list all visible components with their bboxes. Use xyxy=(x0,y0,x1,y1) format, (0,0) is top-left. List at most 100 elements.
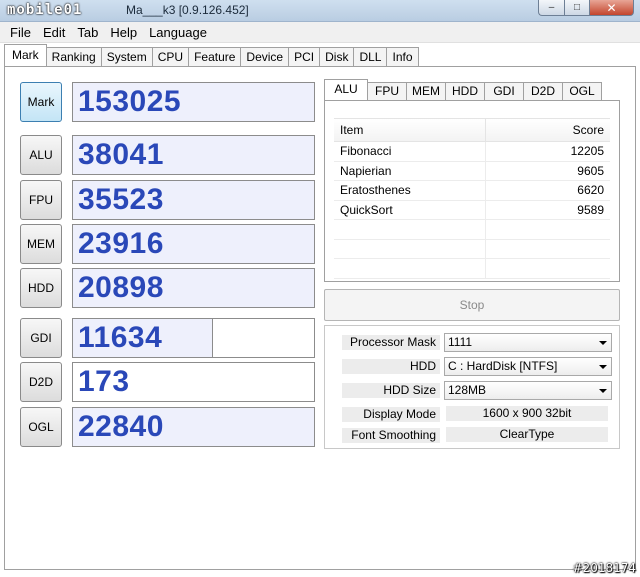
mark-score-value: 153025 xyxy=(78,85,182,118)
processor-mask-select[interactable]: 1111 xyxy=(444,333,612,352)
empty-cell xyxy=(486,259,610,278)
ogl-score-value: 22840 xyxy=(78,410,164,443)
subtab-gdi[interactable]: GDI xyxy=(484,82,524,100)
display-mode-value: 1600 x 900 32bit xyxy=(446,406,608,421)
mark-score-box: 153025 xyxy=(72,82,315,122)
empty-table-row xyxy=(334,220,610,240)
alu-results-table: Item Score Fibonacci 12205 Napierian 960… xyxy=(334,118,610,279)
table-row[interactable]: Napierian 9605 xyxy=(334,161,610,181)
d2d-score-value: 173 xyxy=(78,365,130,398)
table-row[interactable]: QuickSort 9589 xyxy=(334,200,610,220)
processor-mask-value: 1111 xyxy=(448,335,473,349)
mark-button[interactable]: Mark xyxy=(20,82,62,122)
processor-mask-label: Processor Mask xyxy=(342,335,440,350)
minimize-button[interactable]: – xyxy=(538,0,564,16)
menu-bar: File Edit Tab Help Language xyxy=(0,22,640,43)
gdi-button[interactable]: GDI xyxy=(20,318,62,358)
row-item: QuickSort xyxy=(334,200,486,219)
subtab-fpu[interactable]: FPU xyxy=(367,82,407,100)
empty-cell xyxy=(334,259,486,278)
mem-score-box: 23916 xyxy=(72,224,315,264)
menu-tab[interactable]: Tab xyxy=(71,22,104,43)
chevron-down-icon xyxy=(599,365,607,369)
hdd-label: HDD xyxy=(342,359,440,374)
empty-cell xyxy=(334,220,486,239)
subtab-hdd[interactable]: HDD xyxy=(445,82,485,100)
menu-language[interactable]: Language xyxy=(143,22,213,43)
tab-info[interactable]: Info xyxy=(386,47,419,66)
font-smoothing-label: Font Smoothing xyxy=(342,428,440,443)
row-item: Fibonacci xyxy=(334,142,486,161)
close-button[interactable]: ✕ xyxy=(589,0,634,16)
menu-help[interactable]: Help xyxy=(104,22,143,43)
row-score: 9605 xyxy=(577,163,604,178)
subtab-alu[interactable]: ALU xyxy=(324,79,368,100)
row-score: 9589 xyxy=(577,202,604,217)
hdd-score-value: 20898 xyxy=(78,271,164,304)
empty-table-row xyxy=(334,259,610,279)
ogl-score-box: 22840 xyxy=(72,407,315,447)
alu-score-box: 38041 xyxy=(72,135,315,175)
app-logo: mobile01 xyxy=(7,2,83,18)
tab-cpu[interactable]: CPU xyxy=(151,47,190,66)
mem-score-value: 23916 xyxy=(78,227,164,260)
settings-panel: Processor Mask 1111 HDD C : HardDisk [NT… xyxy=(324,325,620,449)
alu-button[interactable]: ALU xyxy=(20,135,62,175)
chevron-down-icon xyxy=(599,389,607,393)
fpu-button[interactable]: FPU xyxy=(20,180,62,220)
maximize-button[interactable]: □ xyxy=(564,0,589,16)
empty-table-row xyxy=(334,239,610,259)
hdd-select[interactable]: C : HardDisk [NTFS] xyxy=(444,357,612,376)
table-header: Item Score xyxy=(334,119,610,142)
chevron-down-icon xyxy=(599,341,607,345)
subtab-d2d[interactable]: D2D xyxy=(523,82,563,100)
row-score: 12205 xyxy=(570,144,604,158)
d2d-score-box: 173 xyxy=(72,362,315,402)
gdi-score-value: 11634 xyxy=(78,321,163,354)
hdd-size-label: HDD Size xyxy=(342,383,440,398)
alu-detail-panel: Item Score Fibonacci 12205 Napierian 960… xyxy=(324,100,620,282)
empty-cell xyxy=(486,240,610,259)
watermark: #2018174 xyxy=(572,561,637,575)
column-header-item[interactable]: Item xyxy=(334,119,486,141)
d2d-button[interactable]: D2D xyxy=(20,362,62,402)
hdd-button[interactable]: HDD xyxy=(20,268,62,308)
mem-button[interactable]: MEM xyxy=(20,224,62,264)
tab-feature[interactable]: Feature xyxy=(188,47,242,66)
main-tab-strip: Mark Ranking System CPU Feature Device P… xyxy=(4,44,419,66)
row-item: Napierian xyxy=(334,161,486,180)
stop-button[interactable]: Stop xyxy=(324,289,620,321)
tab-device[interactable]: Device xyxy=(240,47,290,66)
hdd-score-box: 20898 xyxy=(72,268,315,308)
tab-disk[interactable]: Disk xyxy=(319,47,355,66)
ogl-button[interactable]: OGL xyxy=(20,407,62,447)
display-mode-label: Display Mode xyxy=(342,407,440,422)
gdi-score-box: 11634 xyxy=(72,318,315,358)
tab-mark[interactable]: Mark xyxy=(4,44,47,66)
hdd-value: C : HardDisk [NTFS] xyxy=(448,359,558,373)
tab-dll[interactable]: DLL xyxy=(353,47,388,66)
menu-file[interactable]: File xyxy=(4,22,37,43)
menu-edit[interactable]: Edit xyxy=(37,22,71,43)
row-item: Eratosthenes xyxy=(334,181,486,200)
tab-ranking[interactable]: Ranking xyxy=(45,47,102,66)
column-header-score[interactable]: Score xyxy=(486,119,610,141)
subtab-ogl[interactable]: OGL xyxy=(562,82,602,100)
table-row[interactable]: Fibonacci 12205 xyxy=(334,142,610,162)
empty-cell xyxy=(486,220,610,239)
empty-cell xyxy=(334,239,486,258)
tab-system[interactable]: System xyxy=(100,47,153,66)
alu-score-value: 38041 xyxy=(78,138,164,171)
fpu-score-value: 35523 xyxy=(78,183,164,216)
title-bar: mobile01 Ma___k3 [0.9.126.452] – □ ✕ xyxy=(0,0,640,22)
hdd-size-select[interactable]: 128MB xyxy=(444,381,612,400)
font-smoothing-value: ClearType xyxy=(446,427,608,442)
hdd-size-value: 128MB xyxy=(448,383,487,397)
row-score: 6620 xyxy=(577,183,604,197)
tab-pci[interactable]: PCI xyxy=(288,47,321,66)
sub-tab-strip: ALU FPU MEM HDD GDI D2D OGL xyxy=(324,79,602,100)
subtab-mem[interactable]: MEM xyxy=(406,82,446,100)
fpu-score-box: 35523 xyxy=(72,180,315,220)
window-title: Ma___k3 [0.9.126.452] xyxy=(126,3,249,17)
table-row[interactable]: Eratosthenes 6620 xyxy=(334,181,610,201)
